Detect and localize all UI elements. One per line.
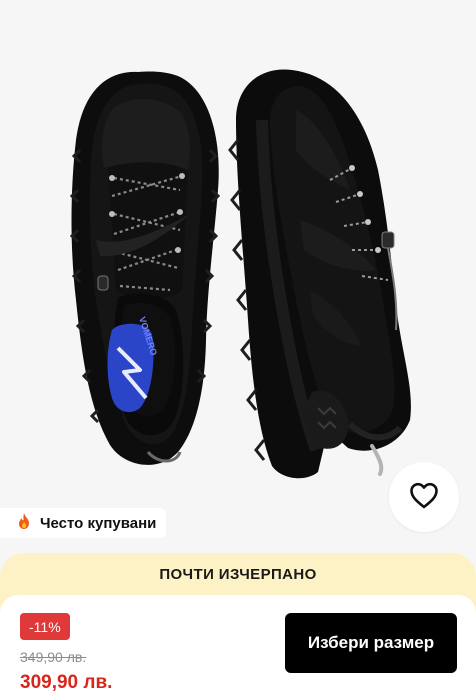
popular-tag-label: Често купувани (40, 514, 157, 532)
select-size-button[interactable]: Избери размер (285, 613, 457, 673)
heart-icon (409, 482, 439, 512)
discount-badge: -11% (20, 613, 70, 640)
product-screen: VOMERO Често купувани ПОЧТИ ИЗЧЕРПАНО -1… (0, 0, 476, 699)
old-price: 349,90 лв. (20, 649, 87, 665)
favorite-button[interactable] (389, 462, 459, 532)
buy-panel: -11% 349,90 лв. 309,90 лв. Избери размер (0, 595, 476, 699)
new-price: 309,90 лв. (20, 672, 113, 693)
fire-icon (16, 512, 32, 535)
popular-tag: Често купувани (0, 508, 167, 538)
left-shoe-top-view: VOMERO (69, 71, 221, 465)
right-shoe-side-view (228, 69, 411, 479)
